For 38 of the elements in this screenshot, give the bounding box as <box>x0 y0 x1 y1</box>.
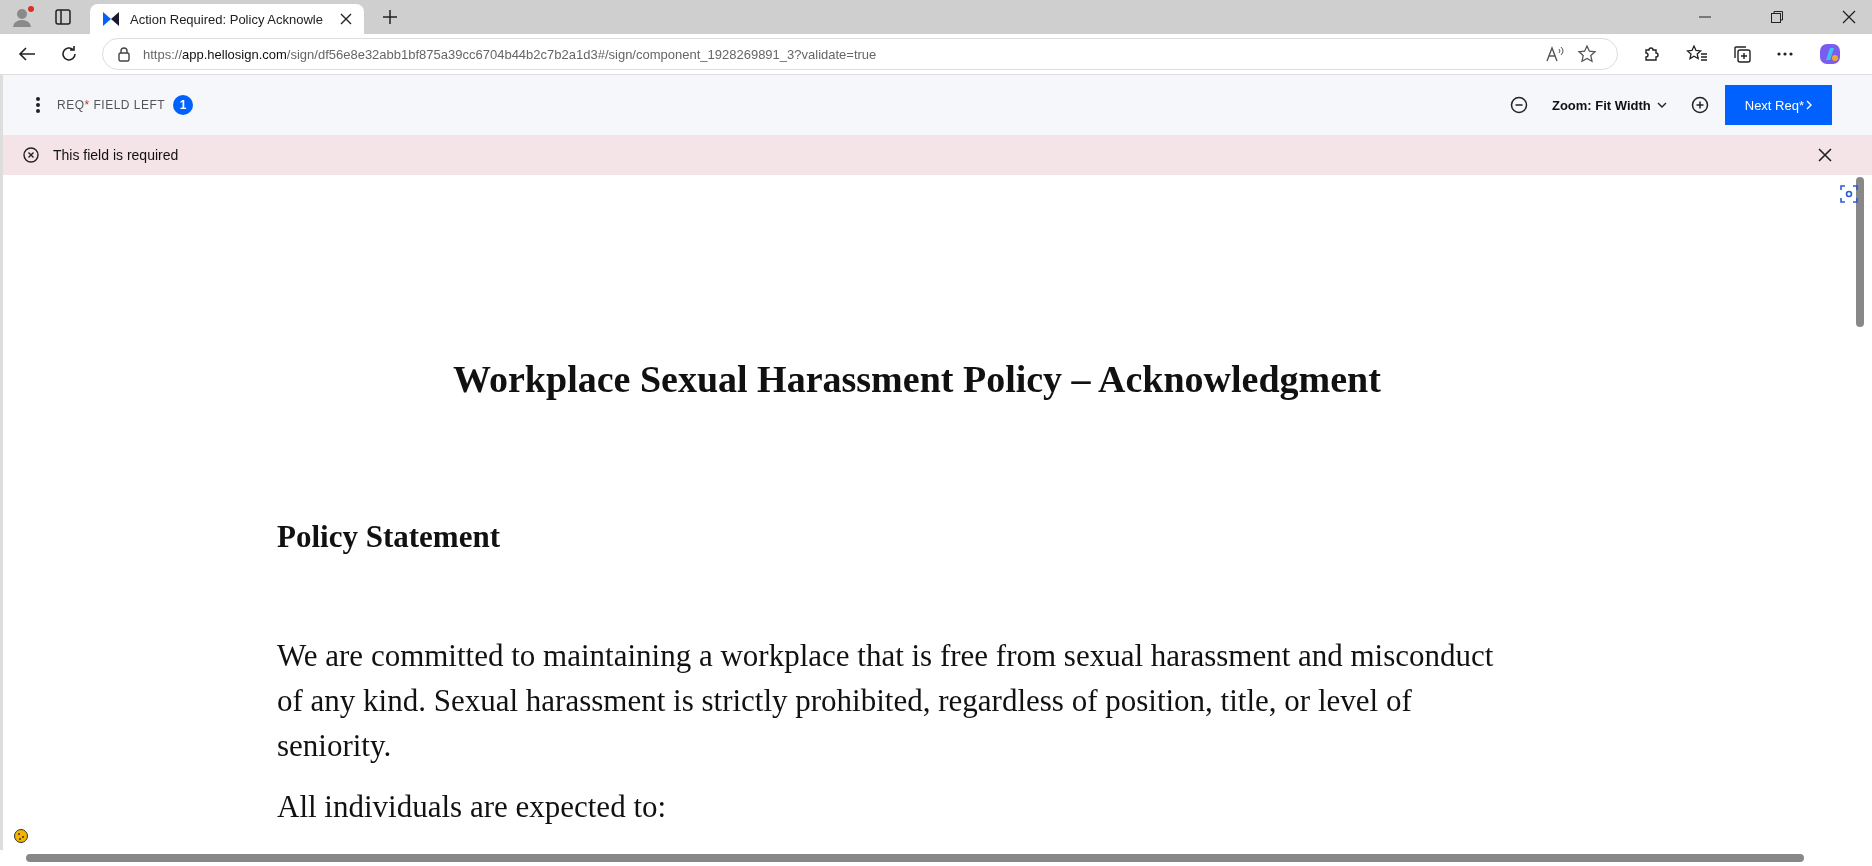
chevron-right-icon <box>1806 100 1812 110</box>
close-icon[interactable] <box>1818 148 1832 162</box>
close-icon[interactable] <box>340 13 352 25</box>
paragraph: All individuals are expected to: <box>277 788 668 826</box>
error-icon <box>23 147 39 163</box>
url-text: https://app.hellosign.com/sign/df56e8e32abb1bf875a39cc6704b44b2c7b2a1d3#/sign/component_1928269891_3?validate=true <box>143 46 877 62</box>
profile-icon[interactable] <box>10 5 36 29</box>
new-tab-icon[interactable] <box>382 9 398 25</box>
paragraph: We are committed to maintaining a workplace that is free from sexual harassment and misconduct of any kind. Sexual harassment is strictly prohibited, regardless of position, title, or level of seniority. <box>277 637 1495 765</box>
tab-title: Action Required: Policy Acknowle <box>130 11 324 27</box>
refresh-icon[interactable] <box>60 45 78 63</box>
tab-actions-icon[interactable] <box>54 8 72 26</box>
menu-icon[interactable] <box>35 96 41 114</box>
puzzle-piece-icon[interactable] <box>1642 44 1662 64</box>
zoom-dropdown[interactable]: Zoom: Fit Width <box>1543 93 1675 117</box>
next-required-button[interactable]: Next Req* <box>1724 85 1832 125</box>
favorites-icon[interactable] <box>1686 44 1708 64</box>
chevron-down-icon <box>1656 102 1667 108</box>
fields-left-label: REQ* FIELD LEFT <box>57 98 166 112</box>
logo-icon <box>102 11 120 27</box>
cookie-icon[interactable] <box>13 828 29 844</box>
address-field[interactable]: https://app.hellosign.com/sign/df56e8e32abb1bf875a39cc6704b44b2c7b2a1d3#/sign/component_1928269891_3?validate=true <box>102 38 1618 70</box>
document-title: Workplace Sexual Harassment Policy – Acknowledgment <box>452 357 1382 401</box>
restore-icon[interactable] <box>1770 10 1784 24</box>
browser-tab[interactable]: Action Required: Policy Acknowle <box>90 4 364 34</box>
alert-message: This field is required <box>53 147 179 163</box>
lock-icon <box>117 46 131 62</box>
count-badge: 1 <box>173 95 194 115</box>
read-aloud-icon[interactable] <box>1545 45 1565 63</box>
zoom-out-icon[interactable] <box>1509 96 1528 114</box>
star-icon[interactable] <box>1577 44 1597 64</box>
scan-icon[interactable] <box>1840 185 1858 203</box>
close-window-icon[interactable] <box>1842 10 1856 24</box>
collections-icon[interactable] <box>1732 44 1752 64</box>
zoom-in-icon[interactable] <box>1690 96 1709 114</box>
more-icon[interactable] <box>1776 51 1794 57</box>
section-heading: Policy Statement <box>277 519 501 555</box>
back-arrow-icon[interactable] <box>18 45 36 63</box>
